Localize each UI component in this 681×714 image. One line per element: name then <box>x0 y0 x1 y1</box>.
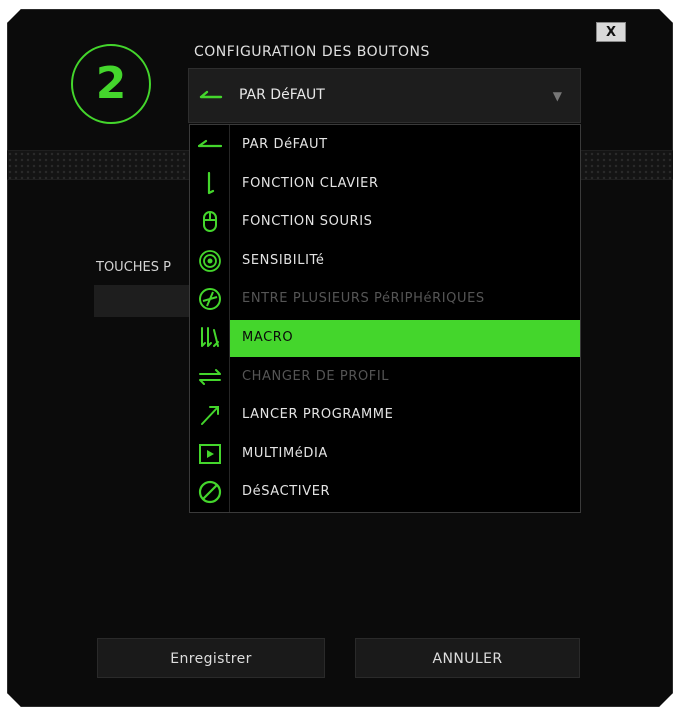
menu-item-switch-profile[interactable]: CHANGER DE PROFIL <box>190 358 580 397</box>
mouse-icon <box>203 211 217 233</box>
menu-item-label: PAR DéFAUT <box>242 137 328 152</box>
menu-item-label: FONCTION CLAVIER <box>242 175 379 191</box>
menu-item-label: MULTIMéDIA <box>242 445 328 461</box>
multimedia-icon <box>199 443 221 464</box>
default-arrow-icon <box>199 90 223 99</box>
function-dropdown[interactable]: PAR DéFAUT ▼ <box>188 68 581 123</box>
touches-label: TOUCHES P <box>96 260 171 275</box>
menu-item-label: FONCTION SOURIS <box>242 214 373 230</box>
menu-item-mouse-function[interactable]: FONCTION SOURIS <box>190 203 580 242</box>
button-number-badge: 2 <box>71 44 151 124</box>
chevron-down-icon: ▼ <box>552 89 562 103</box>
menu-item-label: ENTRE PLUSIEURS PéRIPHéRIQUES <box>242 291 485 307</box>
default-arrow-icon <box>198 139 222 148</box>
dropdown-selected-value: PAR DéFAUT <box>239 87 325 103</box>
menu-item-keyboard-function[interactable]: FONCTION CLAVIER <box>190 165 580 204</box>
menu-item-label: MACRO <box>242 330 294 345</box>
menu-item-launch-program[interactable]: LANCER PROGRAMME <box>190 396 580 435</box>
touches-field[interactable] <box>94 285 194 317</box>
menu-item-sensitivity[interactable]: SENSIBILITé <box>190 242 580 281</box>
menu-item-inter-device[interactable]: ENTRE PLUSIEURS PéRIPHéRIQUES <box>190 280 580 319</box>
function-menu: PAR DéFAUT FONCTION CLAVIER FONCTION SOU… <box>189 124 581 513</box>
menu-item-disable[interactable]: DéSACTIVER <box>190 473 580 512</box>
target-icon <box>199 249 221 272</box>
menu-item-label: CHANGER DE PROFIL <box>242 368 390 384</box>
menu-item-label: DéSACTIVER <box>242 484 331 500</box>
keyboard-function-icon <box>207 171 215 194</box>
inter-device-icon <box>199 288 221 311</box>
switch-profile-icon <box>199 368 221 385</box>
menu-item-label: LANCER PROGRAMME <box>242 407 394 423</box>
menu-item-multimedia[interactable]: MULTIMéDIA <box>190 435 580 474</box>
menu-item-macro[interactable]: MACRO <box>190 319 580 358</box>
macro-icon <box>201 327 219 347</box>
menu-item-label: SENSIBILITé <box>242 252 325 268</box>
cancel-button[interactable]: ANNULER <box>355 638 580 678</box>
config-title: CONFIGURATION DES BOUTONS <box>194 44 430 60</box>
close-button[interactable]: X <box>596 22 626 42</box>
disable-icon <box>198 481 222 504</box>
launch-program-icon <box>201 406 219 426</box>
save-button[interactable]: Enregistrer <box>97 638 325 678</box>
menu-item-default[interactable]: PAR DéFAUT <box>190 126 580 165</box>
